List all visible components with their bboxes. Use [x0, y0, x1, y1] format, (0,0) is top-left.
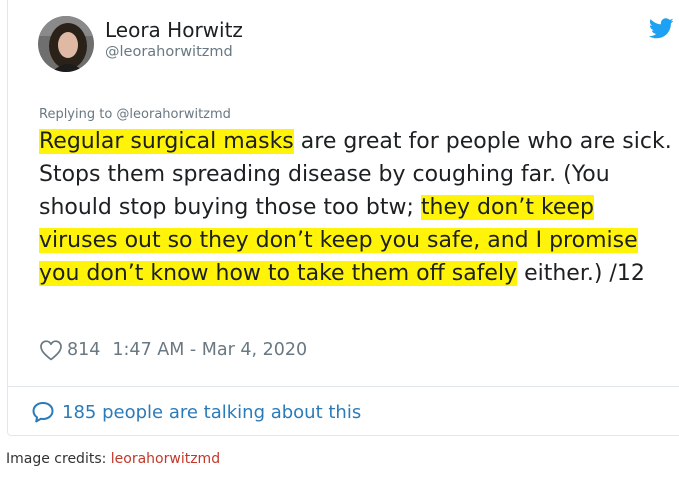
twitter-bird-icon[interactable]	[649, 18, 674, 39]
avatar[interactable]	[38, 16, 94, 72]
tweet-segment: either.) /12	[517, 261, 645, 286]
author-name[interactable]: Leora Horwitz	[105, 18, 243, 42]
credits-label: Image credits:	[6, 451, 111, 467]
conversation-label: 185 people are talking about this	[62, 401, 362, 423]
tweet-meta: 814 1:47 AM - Mar 4, 2020	[39, 337, 307, 363]
tweet-segment: Regular surgical masks	[39, 129, 294, 154]
tweet-card: Leora Horwitz @leorahorwitzmd Replying t…	[7, 0, 679, 436]
speech-bubble-icon	[32, 402, 54, 423]
heart-icon[interactable]	[39, 339, 63, 361]
tweet-text: Regular surgical masks are great for peo…	[39, 125, 679, 290]
replying-to[interactable]: Replying to @leorahorwitzmd	[39, 107, 231, 122]
image-credits: Image credits: leorahorwitzmd	[6, 451, 220, 467]
divider	[8, 386, 679, 387]
tweet-timestamp[interactable]: 1:47 AM - Mar 4, 2020	[112, 340, 307, 360]
credits-source-link[interactable]: leorahorwitzmd	[111, 451, 220, 467]
avatar-photo	[38, 16, 94, 72]
like-count[interactable]: 814	[67, 340, 100, 360]
author-handle[interactable]: @leorahorwitzmd	[105, 44, 233, 60]
conversation-link[interactable]: 185 people are talking about this	[31, 398, 361, 426]
